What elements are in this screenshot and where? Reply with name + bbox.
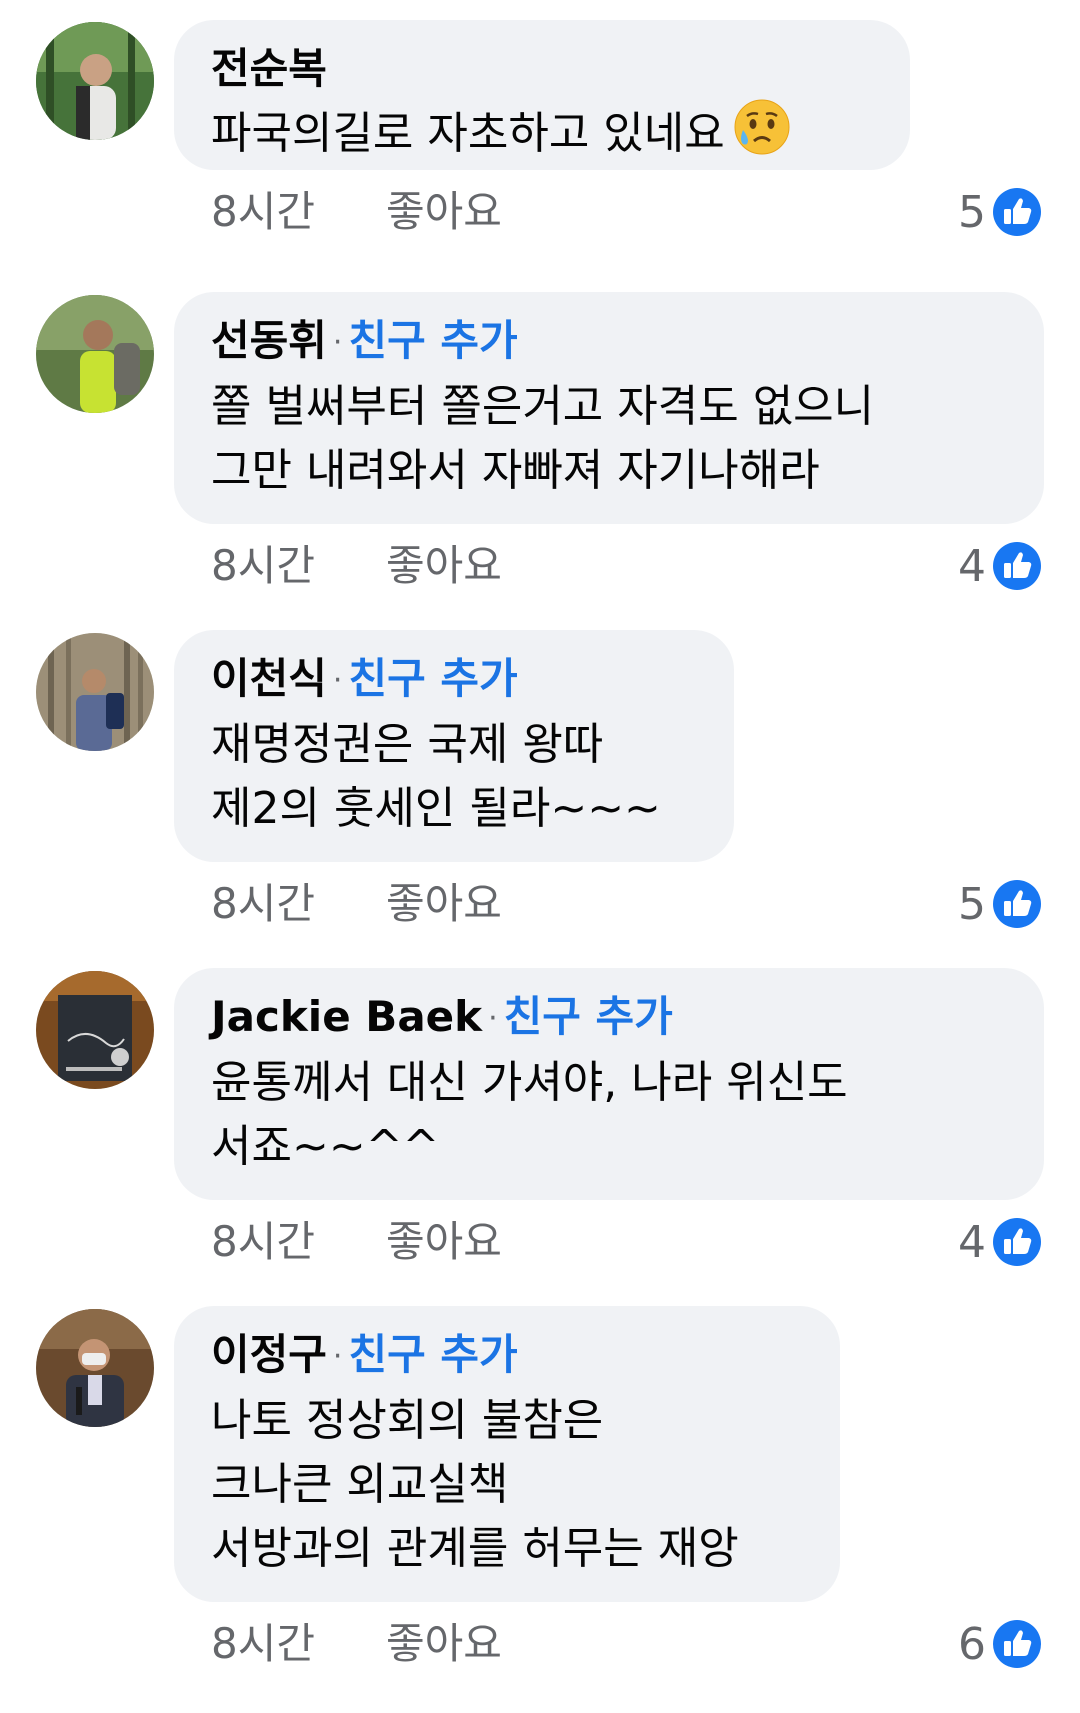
author-line: 이정구 · 친구 추가 [211, 1326, 804, 1389]
comment-text-line: 파국의길로 자초하고 있네요 [211, 108, 725, 159]
profile-photo [36, 295, 154, 413]
comment-meta: 8시간 좋아요 [211, 536, 502, 596]
reaction-count: 5 [958, 878, 986, 930]
avatar[interactable] [36, 1309, 154, 1427]
crying-face-emoji-icon [733, 98, 791, 156]
comment-meta: 8시간 좋아요 [211, 1212, 502, 1272]
author-line: 선동휘 · 친구 추가 [211, 312, 1008, 375]
comment-meta: 8시간 좋아요 [211, 182, 502, 242]
comment-text-line: 서죠~~^^ [211, 1121, 440, 1172]
reaction-count: 4 [958, 540, 986, 592]
author-name[interactable]: 이천식 [211, 654, 327, 703]
thumbs-up-icon [993, 1620, 1041, 1668]
comment-text-line: 그만 내려와서 자빠져 자기나해라 [211, 445, 820, 496]
comment-bubble: Jackie Baek · 친구 추가 윤통께서 대신 가셔야, 나라 위신도 서죠… [174, 968, 1044, 1200]
separator-dot: · [332, 663, 343, 698]
reaction-summary[interactable]: 5 [958, 182, 1042, 242]
reaction-summary[interactable]: 4 [958, 536, 1042, 596]
comment-timestamp[interactable]: 8시간 [211, 1212, 386, 1272]
comment-bubble: 선동휘 · 친구 추가 쫄 벌써부터 쫄은거고 자격도 없으니 그만 내려와서 자빠… [174, 292, 1044, 524]
comment-text-line: 서방과의 관계를 허무는 재앙 [211, 1523, 739, 1574]
avatar[interactable] [36, 971, 154, 1089]
comment-meta: 8시간 좋아요 [211, 1614, 502, 1674]
thumbs-up-icon [993, 542, 1041, 590]
reaction-count: 6 [958, 1618, 986, 1670]
reaction-count: 5 [958, 186, 986, 238]
comment-bubble: 이정구 · 친구 추가 나토 정상회의 불참은 크나큰 외교실책 서방과의 관계를 … [174, 1306, 840, 1602]
profile-photo [36, 1309, 154, 1427]
author-line: 이천식 · 친구 추가 [211, 650, 698, 713]
author-line: 전순복 [211, 40, 874, 98]
author-name[interactable]: Jackie Baek [211, 992, 482, 1041]
comment-timestamp[interactable]: 8시간 [211, 874, 386, 934]
like-button[interactable]: 좋아요 [386, 874, 502, 934]
thumbs-up-icon [993, 1218, 1041, 1266]
like-button[interactable]: 좋아요 [386, 1614, 502, 1674]
comment-timestamp[interactable]: 8시간 [211, 182, 386, 242]
separator-dot: · [332, 325, 343, 360]
author-name[interactable]: 선동휘 [211, 316, 327, 365]
profile-photo [36, 633, 154, 751]
reaction-summary[interactable]: 5 [958, 874, 1042, 934]
like-button[interactable]: 좋아요 [386, 536, 502, 596]
avatar[interactable] [36, 22, 154, 140]
reaction-summary[interactable]: 6 [958, 1614, 1042, 1674]
comment-meta: 8시간 좋아요 [211, 874, 502, 934]
reaction-summary[interactable]: 4 [958, 1212, 1042, 1272]
profile-photo [36, 22, 154, 140]
comment-text-line: 크나큰 외교실책 [211, 1459, 509, 1510]
comment-bubble: 이천식 · 친구 추가 재명정권은 국제 왕따 제2의 훗세인 될라~~~ [174, 630, 734, 862]
add-friend-button[interactable]: 친구 추가 [504, 992, 673, 1041]
comment-timestamp[interactable]: 8시간 [211, 1614, 386, 1674]
comment-bubble: 전순복 파국의길로 자초하고 있네요 [174, 20, 910, 170]
comment-text-line: 쫄 벌써부터 쫄은거고 자격도 없으니 [211, 381, 875, 432]
separator-dot: · [488, 1001, 498, 1036]
add-friend-button[interactable]: 친구 추가 [348, 316, 517, 365]
comment-text-line: 윤통께서 대신 가셔야, 나라 위신도 [211, 1057, 848, 1108]
comment-text-line: 재명정권은 국제 왕따 [211, 719, 604, 770]
separator-dot: · [332, 1339, 343, 1374]
thumbs-up-icon [993, 188, 1041, 236]
avatar[interactable] [36, 295, 154, 413]
like-button[interactable]: 좋아요 [386, 182, 502, 242]
add-friend-button[interactable]: 친구 추가 [348, 654, 517, 703]
avatar[interactable] [36, 633, 154, 751]
author-line: Jackie Baek · 친구 추가 [211, 988, 1008, 1051]
reaction-count: 4 [958, 1216, 986, 1268]
add-friend-button[interactable]: 친구 추가 [348, 1330, 517, 1379]
comment-text-line: 나토 정상회의 불참은 [211, 1395, 604, 1446]
profile-photo [36, 971, 154, 1089]
comment-text: 파국의길로 자초하고 있네요 [211, 98, 874, 166]
thumbs-up-icon [993, 880, 1041, 928]
author-name[interactable]: 전순복 [211, 44, 327, 93]
comment-timestamp[interactable]: 8시간 [211, 536, 386, 596]
author-name[interactable]: 이정구 [211, 1330, 327, 1379]
like-button[interactable]: 좋아요 [386, 1212, 502, 1272]
comment-text-line: 제2의 훗세인 될라~~~ [211, 783, 661, 834]
